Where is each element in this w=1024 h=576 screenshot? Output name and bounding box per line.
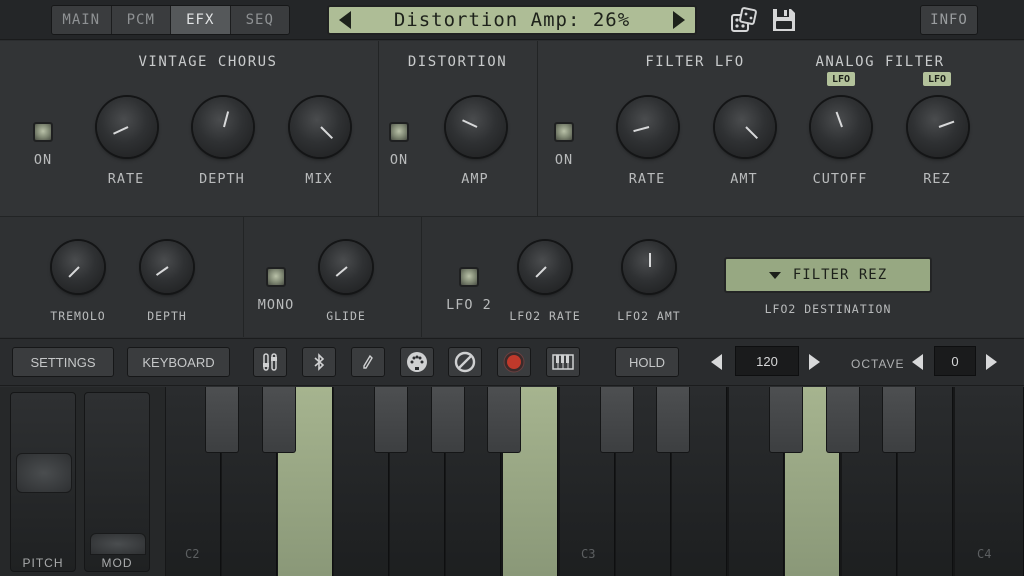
black-key[interactable] bbox=[487, 387, 521, 453]
midi-connector-icon[interactable] bbox=[400, 347, 434, 377]
tab-bar: MAIN PCM EFX SEQ bbox=[51, 5, 290, 35]
distortion-title: DISTORTION bbox=[407, 54, 508, 70]
black-key[interactable] bbox=[600, 387, 634, 453]
black-key[interactable] bbox=[262, 387, 296, 453]
black-key[interactable] bbox=[374, 387, 408, 453]
filter-lfo-amt-label: AMT bbox=[730, 171, 758, 187]
octave-label: OCTAVE bbox=[851, 357, 905, 371]
vintage-chorus-title: VINTAGE CHORUS bbox=[138, 54, 278, 70]
dropdown-triangle-icon bbox=[768, 271, 781, 279]
tempo-increase-arrow-icon[interactable] bbox=[809, 354, 820, 370]
cutoff-lfo-badge: LFO bbox=[827, 72, 855, 86]
mod-wheel[interactable] bbox=[84, 392, 150, 572]
lfo2-amt-label: LFO2 AMT bbox=[617, 309, 681, 323]
black-key[interactable] bbox=[769, 387, 803, 453]
mod-label: MOD bbox=[101, 556, 133, 570]
tempo-field[interactable]: 120 bbox=[735, 346, 799, 376]
tab-main[interactable]: MAIN bbox=[52, 6, 112, 34]
record-icon[interactable] bbox=[497, 347, 531, 377]
tremolo-knob[interactable] bbox=[52, 241, 104, 293]
panic-stop-icon[interactable] bbox=[448, 347, 482, 377]
pencil-icon[interactable] bbox=[351, 347, 385, 377]
chorus-on-led[interactable] bbox=[33, 122, 53, 142]
octave-field[interactable]: 0 bbox=[934, 346, 976, 376]
black-key[interactable] bbox=[205, 387, 239, 453]
distortion-on-led[interactable] bbox=[389, 122, 409, 142]
filter-cutoff-label: CUTOFF bbox=[812, 171, 868, 187]
chorus-on-label: ON bbox=[33, 152, 53, 168]
distortion-on-label: ON bbox=[389, 152, 409, 168]
note-label-c3: C3 bbox=[581, 547, 596, 561]
filter-lfo-on-led[interactable] bbox=[554, 122, 574, 142]
mono-label: MONO bbox=[257, 297, 295, 313]
parameter-display: Distortion Amp: 26% bbox=[327, 5, 697, 35]
display-prev-arrow-icon[interactable] bbox=[339, 11, 351, 29]
chorus-mix-label: MIX bbox=[305, 171, 333, 187]
filter-lfo-title: FILTER LFO bbox=[645, 54, 745, 70]
tempo-decrease-arrow-icon[interactable] bbox=[711, 354, 722, 370]
chorus-rate-knob[interactable] bbox=[97, 97, 157, 157]
mod-wheel-thumb[interactable] bbox=[90, 533, 146, 555]
divider bbox=[421, 217, 422, 337]
tab-seq[interactable]: SEQ bbox=[230, 6, 289, 34]
pitch-wheel[interactable] bbox=[10, 392, 76, 572]
keyboard-button[interactable]: KEYBOARD bbox=[127, 347, 230, 377]
filter-cutoff-knob[interactable] bbox=[811, 97, 871, 157]
black-key[interactable] bbox=[431, 387, 465, 453]
piano-keyboard[interactable]: C2 C3 C4 bbox=[165, 387, 1024, 576]
tab-efx[interactable]: EFX bbox=[171, 6, 231, 34]
filter-rez-label: REZ bbox=[923, 171, 951, 187]
top-bar: MAIN PCM EFX SEQ Distortion Amp: 26% INF… bbox=[0, 0, 1024, 40]
lfo2-led[interactable] bbox=[459, 267, 479, 287]
octave-down-arrow-icon[interactable] bbox=[912, 354, 923, 370]
tremolo-label: TREMOLO bbox=[50, 309, 106, 323]
info-button[interactable]: INFO bbox=[920, 5, 978, 35]
display-next-arrow-icon[interactable] bbox=[673, 11, 685, 29]
distortion-amp-knob[interactable] bbox=[446, 97, 506, 157]
lfo2-destination-label: LFO2 DESTINATION bbox=[764, 302, 892, 316]
save-floppy-icon[interactable] bbox=[770, 6, 798, 34]
black-key[interactable] bbox=[656, 387, 690, 453]
analog-filter-title: ANALOG FILTER bbox=[815, 54, 945, 70]
mixer-sliders-icon[interactable] bbox=[253, 347, 287, 377]
glide-knob[interactable] bbox=[320, 241, 372, 293]
black-key[interactable] bbox=[882, 387, 916, 453]
settings-button[interactable]: SETTINGS bbox=[12, 347, 114, 377]
chorus-depth-knob[interactable] bbox=[193, 97, 253, 157]
lfo2-rate-label: LFO2 RATE bbox=[509, 309, 581, 323]
toolbar: SETTINGS KEYBOARD HOLD OCTAVE bbox=[0, 338, 1024, 386]
rez-lfo-badge: LFO bbox=[923, 72, 951, 86]
bluetooth-icon[interactable] bbox=[302, 347, 336, 377]
hold-button[interactable]: HOLD bbox=[615, 347, 679, 377]
tab-pcm[interactable]: PCM bbox=[111, 6, 171, 34]
chorus-rate-label: RATE bbox=[107, 171, 145, 187]
pitch-label: PITCH bbox=[22, 556, 64, 570]
glide-label: GLIDE bbox=[326, 309, 366, 323]
lfo2-rate-knob[interactable] bbox=[519, 241, 571, 293]
note-label-c4: C4 bbox=[977, 547, 992, 561]
octave-up-arrow-icon[interactable] bbox=[986, 354, 997, 370]
divider bbox=[243, 217, 244, 337]
tremolo-depth-knob[interactable] bbox=[141, 241, 193, 293]
filter-lfo-rate-label: RATE bbox=[628, 171, 666, 187]
display-text: Distortion Amp: 26% bbox=[393, 9, 631, 31]
chorus-depth-label: DEPTH bbox=[199, 171, 245, 187]
lfo2-destination-dropdown[interactable]: FILTER REZ bbox=[724, 257, 932, 293]
filter-rez-knob[interactable] bbox=[908, 97, 968, 157]
lfo2-amt-knob[interactable] bbox=[623, 241, 675, 293]
divider bbox=[537, 41, 538, 216]
filter-lfo-rate-knob[interactable] bbox=[618, 97, 678, 157]
lfo2-destination-value: FILTER REZ bbox=[792, 267, 888, 283]
filter-lfo-amt-knob[interactable] bbox=[715, 97, 775, 157]
piano-keys-icon[interactable] bbox=[546, 347, 580, 377]
chorus-mix-knob[interactable] bbox=[290, 97, 350, 157]
randomize-dice-icon[interactable] bbox=[729, 6, 759, 34]
note-label-c2: C2 bbox=[185, 547, 200, 561]
black-key[interactable] bbox=[826, 387, 860, 453]
mono-led[interactable] bbox=[266, 267, 286, 287]
tremolo-depth-label: DEPTH bbox=[147, 309, 187, 323]
filter-lfo-on-label: ON bbox=[554, 152, 574, 168]
distortion-amp-label: AMP bbox=[461, 171, 489, 187]
pitch-wheel-thumb[interactable] bbox=[16, 453, 72, 493]
